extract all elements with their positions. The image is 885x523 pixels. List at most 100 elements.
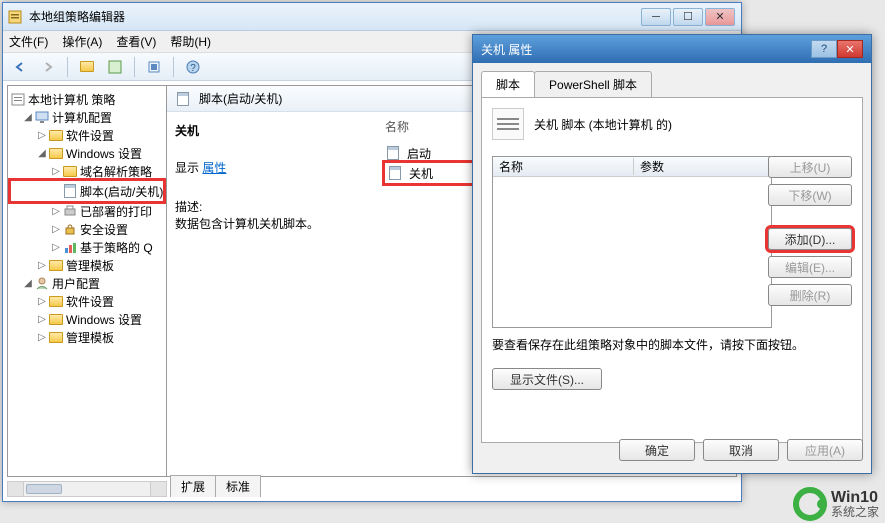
expand-arrow-icon[interactable]: ◢ bbox=[22, 278, 34, 289]
folder-icon bbox=[48, 127, 64, 143]
dialog-header-text: 关机 脚本 (本地计算机 的) bbox=[534, 116, 672, 133]
dialog-tabs: 脚本 PowerShell 脚本 bbox=[481, 71, 863, 97]
dialog-controls: ? ✕ bbox=[811, 40, 863, 58]
scripts-icon bbox=[62, 183, 78, 199]
tree-admin-templates-c[interactable]: ▷管理模板 bbox=[10, 256, 164, 274]
remove-button[interactable]: 删除(R) bbox=[768, 284, 852, 306]
listbox-header: 名称 参数 bbox=[493, 157, 771, 177]
dialog-close-button[interactable]: ✕ bbox=[837, 40, 863, 58]
dialog-header-row: 关机 脚本 (本地计算机 的) bbox=[492, 108, 852, 140]
menu-view[interactable]: 查看(V) bbox=[116, 33, 156, 50]
move-buttons: 上移(U) 下移(W) bbox=[768, 156, 852, 206]
cancel-button[interactable]: 取消 bbox=[703, 439, 779, 461]
folder-icon bbox=[48, 293, 64, 309]
tree-deployed-printers[interactable]: ▷已部署的打印 bbox=[10, 202, 164, 220]
show-row: 显示 属性 bbox=[175, 159, 369, 176]
tree-security-settings[interactable]: ▷安全设置 bbox=[10, 220, 164, 238]
tree-scripts[interactable]: 脚本(启动/关机) bbox=[10, 180, 164, 202]
expand-arrow-icon[interactable]: ▷ bbox=[36, 314, 48, 325]
tab-extended[interactable]: 扩展 bbox=[170, 475, 216, 497]
expand-arrow-icon[interactable]: ▷ bbox=[36, 130, 48, 141]
help-button[interactable]: ? bbox=[182, 56, 204, 78]
maximize-button[interactable]: ☐ bbox=[673, 8, 703, 26]
desc-text: 数据包含计算机关机脚本。 bbox=[175, 215, 369, 232]
tab-scripts[interactable]: 脚本 bbox=[481, 71, 535, 97]
scroll-track[interactable] bbox=[24, 482, 150, 496]
toolbar-separator bbox=[134, 57, 135, 77]
up-button[interactable] bbox=[76, 56, 98, 78]
folder-icon bbox=[48, 145, 64, 161]
left-title: 关机 bbox=[175, 122, 369, 139]
tree-root[interactable]: 本地计算机 策略 bbox=[10, 90, 164, 108]
watermark: Win10 系统之家 bbox=[793, 487, 879, 521]
expand-arrow-icon[interactable]: ◢ bbox=[22, 112, 34, 123]
chart-icon bbox=[62, 239, 78, 255]
menu-action[interactable]: 操作(A) bbox=[62, 33, 102, 50]
tree-policy-based[interactable]: ▷基于策略的 Q bbox=[10, 238, 164, 256]
toolbar-separator bbox=[173, 57, 174, 77]
dialog-title: 关机 属性 bbox=[481, 41, 811, 58]
tab-powershell[interactable]: PowerShell 脚本 bbox=[534, 71, 652, 97]
folder-icon bbox=[48, 329, 64, 345]
tree-windows-settings-u[interactable]: ▷Windows 设置 bbox=[10, 310, 164, 328]
tree-computer-config[interactable]: ◢计算机配置 bbox=[10, 108, 164, 126]
tree-hscrollbar[interactable] bbox=[7, 481, 167, 497]
edit-buttons: 添加(D)... 编辑(E)... 删除(R) bbox=[768, 228, 852, 306]
move-up-button[interactable]: 上移(U) bbox=[768, 156, 852, 178]
tree-user-config[interactable]: ◢用户配置 bbox=[10, 274, 164, 292]
lock-icon bbox=[62, 221, 78, 237]
refresh-button[interactable] bbox=[143, 56, 165, 78]
show-tree-button[interactable] bbox=[104, 56, 126, 78]
expand-arrow-icon[interactable]: ▷ bbox=[50, 166, 62, 177]
expand-arrow-icon[interactable]: ▷ bbox=[36, 296, 48, 307]
watermark-bottom: 系统之家 bbox=[831, 506, 879, 518]
folder-icon bbox=[62, 163, 78, 179]
dialog-hint: 要查看保存在此组策略对象中的脚本文件，请按下面按钮。 bbox=[492, 336, 852, 353]
tree-dns-policy[interactable]: ▷域名解析策略 bbox=[10, 162, 164, 180]
printer-icon bbox=[62, 203, 78, 219]
policy-icon bbox=[10, 91, 26, 107]
scripts-listbox[interactable]: 名称 参数 bbox=[492, 156, 772, 328]
expand-arrow-icon[interactable]: ◢ bbox=[36, 148, 48, 159]
user-icon bbox=[34, 275, 50, 291]
scroll-thumb[interactable] bbox=[26, 484, 62, 494]
expand-arrow-icon[interactable]: ▷ bbox=[36, 332, 48, 343]
tab-standard[interactable]: 标准 bbox=[215, 475, 261, 497]
ok-button[interactable]: 确定 bbox=[619, 439, 695, 461]
watermark-top: Win10 bbox=[831, 490, 879, 506]
tree-software-settings[interactable]: ▷软件设置 bbox=[10, 126, 164, 144]
edit-button[interactable]: 编辑(E)... bbox=[768, 256, 852, 278]
properties-link[interactable]: 属性 bbox=[202, 161, 226, 175]
window-controls: ─ ☐ ✕ bbox=[641, 8, 735, 26]
forward-button[interactable] bbox=[37, 56, 59, 78]
close-button[interactable]: ✕ bbox=[705, 8, 735, 26]
titlebar: 本地组策略编辑器 ─ ☐ ✕ bbox=[3, 3, 741, 31]
apply-button[interactable]: 应用(A) bbox=[787, 439, 863, 461]
svg-text:?: ? bbox=[190, 63, 196, 74]
toolbar-separator bbox=[67, 57, 68, 77]
expand-arrow-icon[interactable]: ▷ bbox=[36, 260, 48, 271]
doc-icon bbox=[385, 145, 401, 161]
tree-windows-settings[interactable]: ◢Windows 设置 bbox=[10, 144, 164, 162]
scroll-right-button[interactable] bbox=[150, 482, 166, 496]
col-name: 名称 bbox=[493, 158, 633, 175]
expand-arrow-icon[interactable]: ▷ bbox=[50, 242, 62, 253]
tree-software-settings-u[interactable]: ▷软件设置 bbox=[10, 292, 164, 310]
dialog-help-button[interactable]: ? bbox=[811, 40, 837, 58]
add-button[interactable]: 添加(D)... bbox=[768, 228, 852, 250]
menu-file[interactable]: 文件(F) bbox=[9, 33, 48, 50]
show-files-button[interactable]: 显示文件(S)... bbox=[492, 368, 602, 390]
show-label: 显示 bbox=[175, 161, 199, 175]
scroll-left-button[interactable] bbox=[8, 482, 24, 496]
menu-help[interactable]: 帮助(H) bbox=[170, 33, 211, 50]
back-button[interactable] bbox=[9, 56, 31, 78]
app-icon bbox=[7, 9, 23, 25]
tree-panel[interactable]: 本地计算机 策略 ◢计算机配置 ▷软件设置 ◢Windows 设置 ▷域名解析策… bbox=[7, 85, 167, 477]
dialog-titlebar: 关机 属性 ? ✕ bbox=[473, 35, 871, 63]
tree-admin-templates-u[interactable]: ▷管理模板 bbox=[10, 328, 164, 346]
minimize-button[interactable]: ─ bbox=[641, 8, 671, 26]
expand-arrow-icon[interactable]: ▷ bbox=[50, 206, 62, 217]
expand-arrow-icon[interactable]: ▷ bbox=[50, 224, 62, 235]
folder-icon bbox=[48, 257, 64, 273]
move-down-button[interactable]: 下移(W) bbox=[768, 184, 852, 206]
